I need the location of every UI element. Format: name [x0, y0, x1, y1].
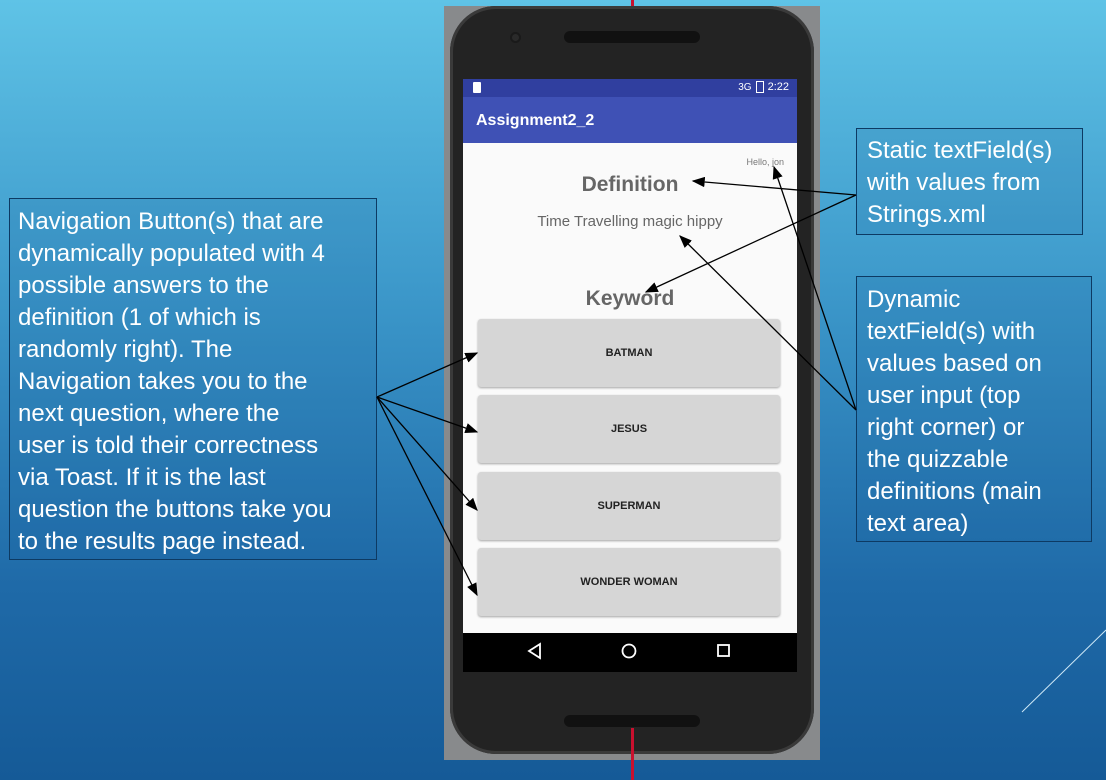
battery-icon: [755, 81, 764, 93]
app-bar: Assignment2_2: [463, 97, 797, 143]
signal-icon: 3G: [738, 81, 752, 93]
bottom-red-line: [631, 728, 634, 780]
dynamic-textfield-callout: Dynamic textField(s) with values based o…: [856, 276, 1092, 542]
callout-line: randomly right). The: [18, 336, 233, 363]
callout-line: question the buttons take you: [18, 496, 332, 523]
callout-line: dynamically populated with 4: [18, 240, 325, 267]
earpiece-speaker: [564, 31, 700, 43]
callout-line: to the results page instead.: [18, 528, 307, 555]
home-circle-icon[interactable]: [620, 642, 638, 660]
definition-label: Definition: [581, 173, 679, 196]
callout-line: Navigation Button(s) that are: [18, 208, 324, 235]
callout-line: possible answers to the: [18, 272, 269, 299]
definition-text: Time Travelling magic hippy: [537, 213, 723, 230]
navigation-bar: [463, 633, 797, 672]
callout-line: with values from: [867, 169, 1041, 196]
bottom-speaker: [564, 715, 700, 727]
callout-line: user input (top: [867, 382, 1021, 409]
callout-line: Strings.xml: [867, 201, 986, 228]
callout-line: via Toast. If it is the last: [18, 464, 266, 491]
keyword-label: Keyword: [585, 287, 675, 310]
back-triangle-icon[interactable]: [527, 642, 543, 660]
callout-line: Navigation takes you to the: [18, 368, 308, 395]
callout-line: textField(s) with: [867, 318, 1036, 345]
sd-card-icon: [473, 82, 481, 93]
callout-line: user is told their correctness: [18, 432, 319, 459]
phone-screen: 3G 2:22 Assignment2_2 Hello, jon Definit…: [463, 79, 797, 672]
status-indicators: 3G 2:22: [738, 81, 789, 93]
callout-line: Dynamic: [867, 286, 961, 313]
callout-line: values based on: [867, 350, 1042, 377]
hello-user-text: Hello, jon: [746, 157, 784, 167]
callout-line: definition (1 of which is: [18, 304, 261, 331]
callout-line: the quizzable: [867, 446, 1009, 473]
answer-button[interactable]: SUPERMAN: [478, 472, 780, 540]
callout-line: next question, where the: [18, 400, 280, 427]
status-bar: 3G 2:22: [463, 79, 797, 97]
answer-button[interactable]: JESUS: [478, 395, 780, 463]
recents-square-icon[interactable]: [716, 642, 732, 660]
app-title: Assignment2_2: [476, 112, 595, 129]
status-time: 2:22: [767, 81, 789, 93]
callout-line: Static textField(s): [867, 137, 1053, 164]
callout-line: definitions (main: [867, 478, 1042, 505]
front-camera: [512, 34, 519, 41]
answer-button[interactable]: BATMAN: [478, 319, 780, 387]
answer-button[interactable]: WONDER WOMAN: [478, 548, 780, 616]
navigation-buttons-callout: Navigation Button(s) that are dynamicall…: [9, 198, 377, 560]
static-textfield-callout: Static textField(s) with values from Str…: [856, 128, 1083, 235]
callout-line: text area): [867, 510, 969, 537]
callout-line: right corner) or: [867, 414, 1025, 441]
